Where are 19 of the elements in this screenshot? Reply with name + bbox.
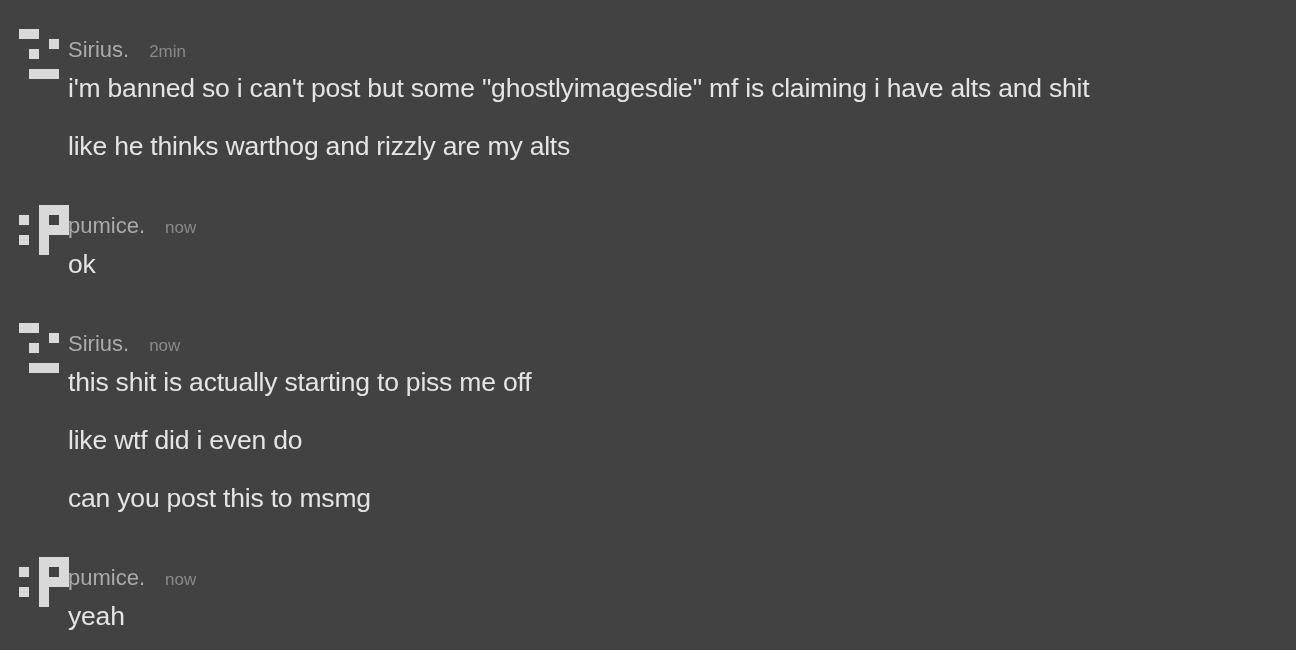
- avatar-icon: [19, 323, 59, 373]
- avatar-icon: [19, 205, 69, 255]
- username: pumice.: [68, 565, 146, 590]
- message-text: can you post this to msmg: [68, 483, 371, 513]
- username: Sirius.: [68, 331, 130, 356]
- message-text: ok: [68, 249, 96, 279]
- timestamp: now: [165, 218, 197, 237]
- message-text: yeah: [68, 601, 125, 631]
- message-text: like wtf did i even do: [68, 425, 303, 455]
- avatar-icon: [19, 557, 69, 607]
- timestamp: now: [165, 570, 197, 589]
- username: Sirius.: [68, 37, 130, 62]
- message-text: this shit is actually starting to piss me off: [68, 367, 532, 397]
- timestamp: now: [149, 336, 181, 355]
- avatar-icon: [19, 29, 59, 79]
- message-text: i'm banned so i can't post but some "ghostlyimagesdie" mf is claiming i have alts and shit: [68, 73, 1090, 103]
- message-text: like he thinks warthog and rizzly are my alts: [68, 131, 571, 161]
- timestamp: 2min: [149, 42, 186, 61]
- username: pumice.: [68, 213, 146, 238]
